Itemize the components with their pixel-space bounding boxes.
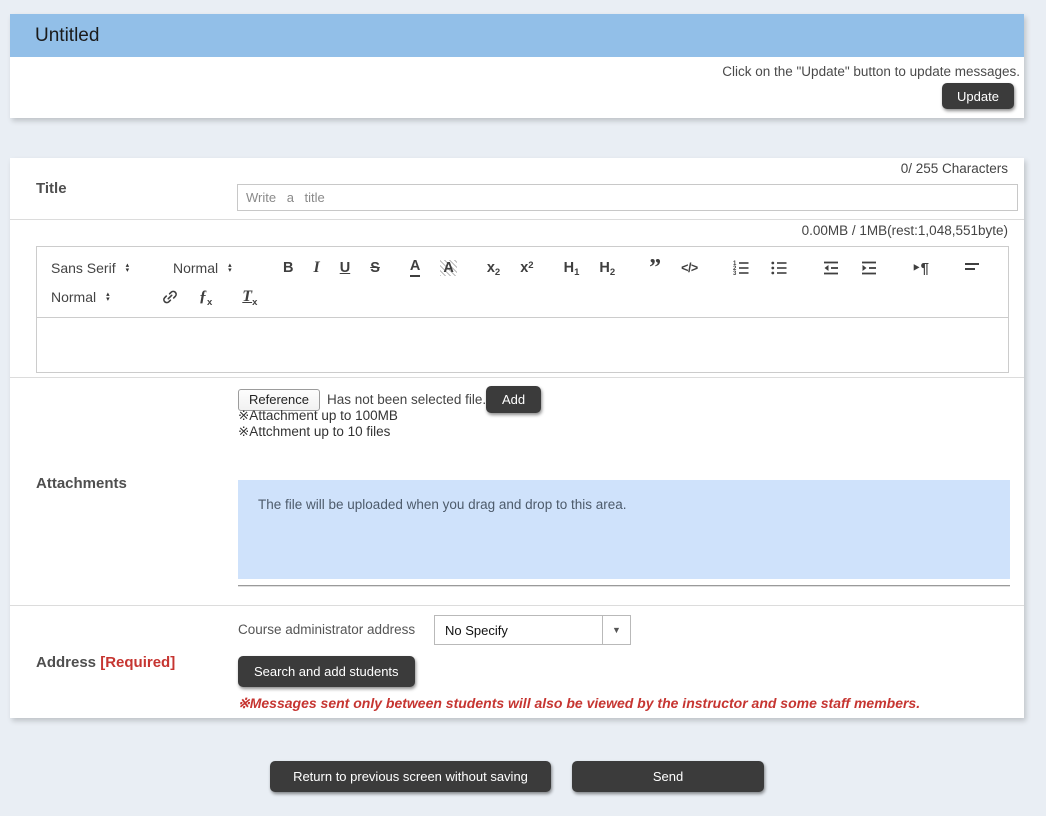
size-info: 0.00MB / 1MB(rest:1,048,551byte): [802, 223, 1008, 238]
svg-text:3: 3: [733, 271, 737, 277]
header2-icon[interactable]: H2: [597, 261, 617, 276]
attachment-count-note: ※Attchment up to 10 files: [238, 424, 390, 440]
editor-content-area[interactable]: [36, 318, 1009, 373]
text-color-icon[interactable]: A: [408, 259, 422, 277]
text-direction-icon[interactable]: ‣¶: [910, 261, 931, 276]
blockquote-icon[interactable]: ”: [647, 262, 663, 274]
drag-drop-area[interactable]: The file will be uploaded when you drag …: [238, 480, 1010, 579]
link-icon[interactable]: [159, 288, 181, 306]
clear-formatting-icon[interactable]: Tx: [240, 289, 259, 305]
send-button[interactable]: Send: [572, 761, 764, 792]
updown-arrows-icon: ▴▾: [106, 292, 110, 302]
address-section: Course administrator address No Specify …: [10, 606, 1024, 717]
dropzone-divider: [238, 585, 1010, 587]
strikethrough-icon[interactable]: S: [368, 261, 382, 276]
update-button[interactable]: Update: [942, 83, 1014, 109]
header1-icon[interactable]: H1: [562, 261, 582, 276]
title-label: Title: [36, 180, 67, 197]
add-button[interactable]: Add: [486, 386, 541, 413]
toolbar-row-2: Normal ▴▾ ƒx Tx: [51, 285, 994, 309]
toolbar-row-1: Sans Serif ▴▾ Normal ▴▾ B I U S A A: [51, 256, 994, 280]
attachment-size-note: ※Attachment up to 100MB: [238, 408, 398, 424]
body-section: 0.00MB / 1MB(rest:1,048,551byte) Sans Se…: [10, 220, 1024, 378]
updown-arrows-icon: ▴▾: [126, 263, 130, 273]
message-compose-page: Untitled Click on the "Update" button to…: [0, 0, 1046, 816]
selected-value: No Specify: [435, 623, 602, 638]
code-block-icon[interactable]: </>: [679, 262, 700, 275]
title-section: Title 0/ 255 Characters: [10, 158, 1024, 220]
ordered-list-icon[interactable]: 123: [730, 259, 752, 277]
superscript-icon[interactable]: x2: [518, 261, 535, 276]
title-input[interactable]: [237, 184, 1018, 211]
header-dropdown[interactable]: Normal ▴▾: [51, 289, 133, 305]
align-icon[interactable]: [961, 259, 983, 277]
chevron-down-icon: ▼: [602, 616, 630, 644]
bold-icon[interactable]: B: [281, 261, 295, 276]
character-counter: 0/ 255 Characters: [901, 161, 1008, 176]
editor-toolbar: Sans Serif ▴▾ Normal ▴▾ B I U S A A: [36, 246, 1009, 318]
course-admin-select[interactable]: No Specify ▼: [434, 615, 631, 645]
search-add-students-button[interactable]: Search and add students: [238, 656, 415, 687]
italic-icon[interactable]: I: [311, 260, 321, 276]
students-message-warning: ※Messages sent only between students wil…: [238, 695, 920, 712]
dropzone-text: The file will be uploaded when you drag …: [258, 497, 627, 512]
background-color-icon[interactable]: A: [438, 260, 458, 277]
updown-arrows-icon: ▴▾: [228, 263, 232, 273]
required-badge: [Required]: [100, 654, 175, 671]
formula-icon[interactable]: ƒx: [197, 289, 214, 305]
bullet-list-icon[interactable]: [768, 259, 790, 277]
no-file-text: Has not been selected file.: [327, 392, 486, 407]
rich-text-editor: Sans Serif ▴▾ Normal ▴▾ B I U S A A: [36, 246, 1009, 373]
page-title: Untitled: [35, 25, 99, 47]
size-dropdown[interactable]: Normal ▴▾: [173, 260, 255, 276]
underline-icon[interactable]: U: [338, 261, 352, 276]
update-notice: Click on the "Update" button to update m…: [10, 57, 1024, 79]
update-panel: Untitled Click on the "Update" button to…: [10, 14, 1024, 118]
attachments-label: Attachments: [36, 475, 127, 492]
address-label: Address [Required]: [36, 654, 175, 671]
attachments-section: Attachments Reference Has not been selec…: [10, 378, 1024, 606]
message-title-bar: Untitled: [10, 14, 1024, 57]
return-button[interactable]: Return to previous screen without saving: [270, 761, 551, 792]
outdent-icon[interactable]: [820, 259, 842, 277]
course-admin-label: Course administrator address: [238, 622, 415, 637]
message-form: Title 0/ 255 Characters 0.00MB / 1MB(res…: [10, 158, 1024, 718]
indent-icon[interactable]: [858, 259, 880, 277]
subscript-icon[interactable]: x2: [485, 261, 502, 276]
font-dropdown[interactable]: Sans Serif ▴▾: [51, 260, 147, 276]
